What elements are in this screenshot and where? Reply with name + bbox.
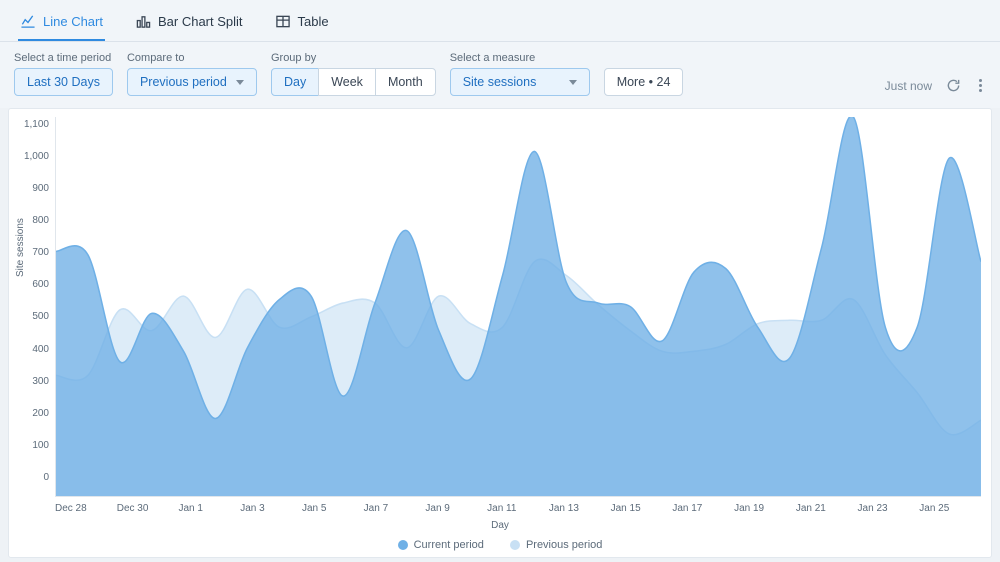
chevron-down-icon [236, 80, 244, 85]
group-day-button[interactable]: Day [271, 68, 319, 96]
plot-area [55, 117, 981, 497]
table-icon [275, 14, 291, 29]
group-by-segment: Day Week Month [271, 68, 436, 96]
x-tick: Jan 15 [611, 503, 673, 514]
tab-table[interactable]: Table [273, 10, 331, 41]
tab-label: Bar Chart Split [158, 14, 243, 29]
y-tick: 200 [32, 408, 49, 419]
legend: Current period Previous period [19, 539, 981, 551]
x-tick: Dec 30 [117, 503, 179, 514]
x-tick: Jan 11 [487, 503, 549, 514]
y-tick: 0 [43, 472, 49, 483]
line-chart-icon [20, 14, 36, 29]
area-current [56, 117, 981, 496]
x-tick: Jan 7 [364, 503, 426, 514]
more-menu-icon[interactable] [975, 75, 986, 96]
x-tick: Dec 28 [55, 503, 117, 514]
x-axis-label: Day [19, 520, 981, 531]
x-tick: Jan 21 [796, 503, 858, 514]
y-tick: 400 [32, 344, 49, 355]
x-tick: Jan 17 [672, 503, 734, 514]
x-tick: Jan 1 [178, 503, 240, 514]
chevron-down-icon [569, 80, 577, 85]
y-axis-label: Site sessions [15, 218, 26, 277]
x-tick: Jan 25 [919, 503, 981, 514]
measure-label: Select a measure [450, 52, 590, 64]
compare-dropdown[interactable]: Previous period [127, 68, 257, 96]
x-tick: Jan 3 [240, 503, 302, 514]
group-week-button[interactable]: Week [318, 68, 376, 96]
y-tick: 100 [32, 440, 49, 451]
legend-previous: Previous period [510, 539, 602, 551]
group-month-button[interactable]: Month [375, 68, 436, 96]
y-tick: 1,000 [24, 151, 49, 162]
y-tick: 1,100 [24, 119, 49, 130]
y-axis: 1,100 1,000 900 800 700 600 500 400 300 200 100 0 [19, 117, 55, 497]
more-measures-button[interactable]: More • 24 [604, 68, 684, 96]
time-period-button[interactable]: Last 30 Days [14, 68, 113, 96]
tab-bar-chart[interactable]: Bar Chart Split [133, 10, 245, 41]
updated-label: Just now [885, 79, 932, 93]
refresh-icon[interactable] [946, 78, 961, 93]
group-by-label: Group by [271, 52, 436, 64]
y-tick: 700 [32, 247, 49, 258]
x-tick: Jan 5 [302, 503, 364, 514]
tab-label: Line Chart [43, 14, 103, 29]
compare-label: Compare to [127, 52, 257, 64]
y-tick: 800 [32, 215, 49, 226]
legend-current: Current period [398, 539, 484, 551]
x-tick: Jan 19 [734, 503, 796, 514]
controls-bar: Select a time period Last 30 Days Compar… [0, 42, 1000, 108]
time-period-label: Select a time period [14, 52, 113, 64]
tab-label: Table [298, 14, 329, 29]
y-tick: 900 [32, 183, 49, 194]
measure-dropdown[interactable]: Site sessions [450, 68, 590, 96]
tab-line-chart[interactable]: Line Chart [18, 10, 105, 41]
bar-chart-icon [135, 14, 151, 29]
x-tick: Jan 23 [858, 503, 920, 514]
chart-card: Site sessions 1,100 1,000 900 800 700 600 500 4… [8, 108, 992, 558]
y-tick: 600 [32, 279, 49, 290]
x-tick: Jan 9 [425, 503, 487, 514]
view-tabs: Line Chart Bar Chart Split Table [0, 0, 1000, 42]
x-tick: Jan 13 [549, 503, 611, 514]
x-axis: Dec 28Dec 30Jan 1Jan 3Jan 5Jan 7Jan 9Jan… [55, 497, 981, 514]
y-tick: 300 [32, 376, 49, 387]
y-tick: 500 [32, 311, 49, 322]
